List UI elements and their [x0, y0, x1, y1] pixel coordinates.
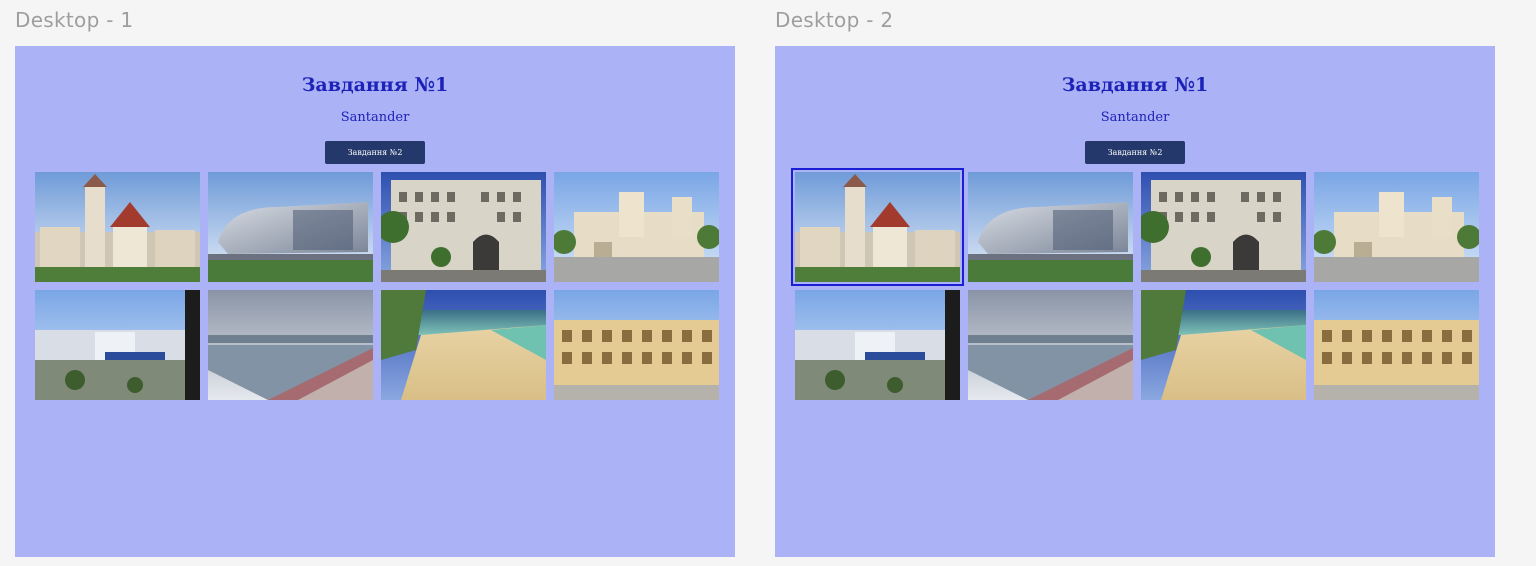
page-title: Завдання №1 — [301, 74, 449, 96]
beach-photo[interactable] — [381, 290, 546, 400]
modern-building-photo[interactable] — [208, 172, 373, 282]
beach-photo[interactable] — [1141, 290, 1306, 400]
ornate-building-photo[interactable] — [1141, 172, 1306, 282]
frame-label-desktop-2[interactable]: Desktop - 2 — [775, 8, 893, 32]
page-title: Завдання №1 — [1061, 74, 1209, 96]
page-subtitle: Santander — [340, 110, 410, 125]
city-bay-photo[interactable] — [208, 290, 373, 400]
task-2-button[interactable]: Завдання №2 — [1085, 141, 1185, 164]
plaza-photo[interactable] — [554, 290, 719, 400]
cathedral-photo[interactable] — [554, 172, 719, 282]
frame-label-desktop-1[interactable]: Desktop - 1 — [15, 8, 133, 32]
page-subtitle: Santander — [1100, 110, 1170, 125]
palace-photo-selected[interactable] — [791, 168, 964, 286]
desktop-frame-1: Завдання №1 Santander Завдання №2 — [15, 46, 735, 557]
ornate-building-photo[interactable] — [381, 172, 546, 282]
plaza-photo[interactable] — [1314, 290, 1479, 400]
photo-grid — [35, 172, 719, 400]
seaside-promenade-photo[interactable] — [35, 290, 200, 400]
cathedral-photo[interactable] — [1314, 172, 1479, 282]
city-bay-photo[interactable] — [968, 290, 1133, 400]
photo-grid — [791, 168, 1479, 400]
task-2-button[interactable]: Завдання №2 — [325, 141, 425, 164]
palace-photo[interactable] — [35, 172, 200, 282]
seaside-promenade-photo[interactable] — [795, 290, 960, 400]
modern-building-photo[interactable] — [968, 172, 1133, 282]
desktop-frame-2: Завдання №1 Santander Завдання №2 — [775, 46, 1495, 557]
